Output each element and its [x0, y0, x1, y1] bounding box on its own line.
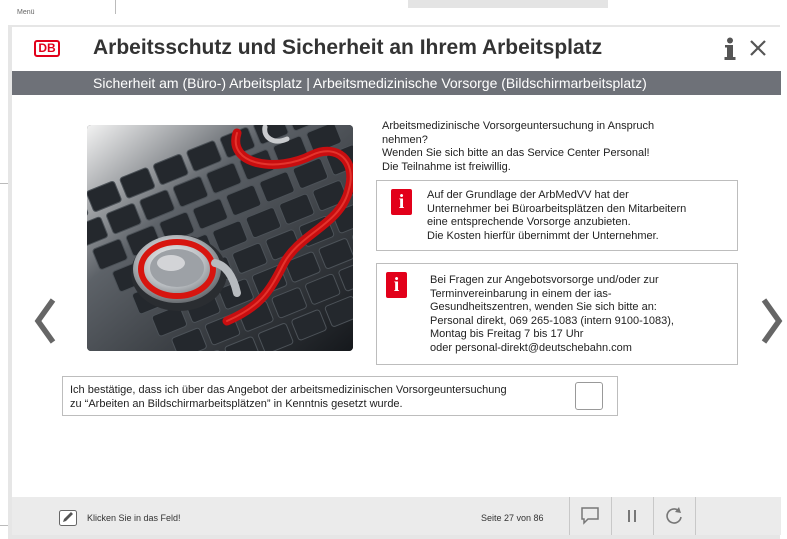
page-title: Arbeitsschutz und Sicherheit an Ihrem Ar…: [93, 36, 603, 59]
pencil-icon: [59, 510, 77, 526]
info-box-text: Bei Fragen zur Angebotsvorsorge und/oder…: [430, 274, 674, 354]
background-line: [0, 183, 8, 184]
background-divider: [115, 0, 116, 14]
info-warning-icon: i: [386, 272, 407, 298]
info-box-text: Auf der Grundlage der ArbMedVV hat der U…: [427, 189, 687, 242]
dialog: DB Arbeitsschutz und Sicherheit an Ihrem…: [12, 27, 783, 497]
comment-icon: [581, 507, 599, 525]
chevron-left-icon[interactable]: [32, 297, 58, 345]
pause-button[interactable]: [611, 497, 652, 535]
pause-icon: [628, 510, 636, 522]
comment-button[interactable]: [569, 497, 610, 535]
refresh-button[interactable]: [653, 497, 694, 535]
subheader: Sicherheit am (Büro-) Arbeitsplatz | Arb…: [12, 71, 781, 95]
menu-label[interactable]: Menü: [17, 9, 35, 16]
confirmation-checkbox[interactable]: [575, 382, 603, 410]
db-logo: DB: [34, 40, 60, 57]
background-bar: [408, 0, 608, 8]
background-line: [0, 525, 8, 526]
subtitle: Sicherheit am (Büro-) Arbeitsplatz | Arb…: [93, 75, 647, 91]
info-icon[interactable]: [723, 37, 737, 61]
intro-line: nehmen?: [382, 133, 428, 146]
refresh-icon: [666, 507, 682, 524]
info-box-contact: i Bei Fragen zur Angebotsvorsorge und/od…: [376, 263, 738, 365]
confirmation-box: Ich bestätige, dass ich über das Angebot…: [62, 376, 618, 416]
info-warning-icon: i: [391, 189, 412, 215]
footer-hint: Klicken Sie in das Feld!: [87, 513, 181, 523]
app-window: Menü DB Arbeitsschutz und Sicherheit an …: [0, 0, 787, 539]
intro-line: Wenden Sie sich bitte an das Service Cen…: [382, 147, 650, 160]
intro-line: Arbeitsmedizinische Vorsorgeuntersuchung…: [382, 120, 655, 132]
page-counter: Seite 27 von 86: [481, 513, 544, 523]
info-box-arbmedvv: i Auf der Grundlage der ArbMedVV hat der…: [376, 180, 738, 251]
stethoscope-keyboard-image: [87, 125, 353, 351]
chevron-right-icon[interactable]: [759, 297, 785, 345]
header: DB Arbeitsschutz und Sicherheit an Ihrem…: [12, 27, 781, 71]
confirmation-text: Ich bestätige, dass ich über das Angebot…: [70, 384, 507, 410]
footer: Klicken Sie in das Feld! Seite 27 von 86: [12, 497, 781, 535]
intro-line: Die Teilnahme ist freiwillig.: [382, 160, 511, 173]
intro-text: Arbeitsmedizinische Vorsorgeuntersuchung…: [382, 120, 712, 174]
footer-spacer: [695, 497, 782, 535]
close-icon[interactable]: [749, 39, 767, 57]
